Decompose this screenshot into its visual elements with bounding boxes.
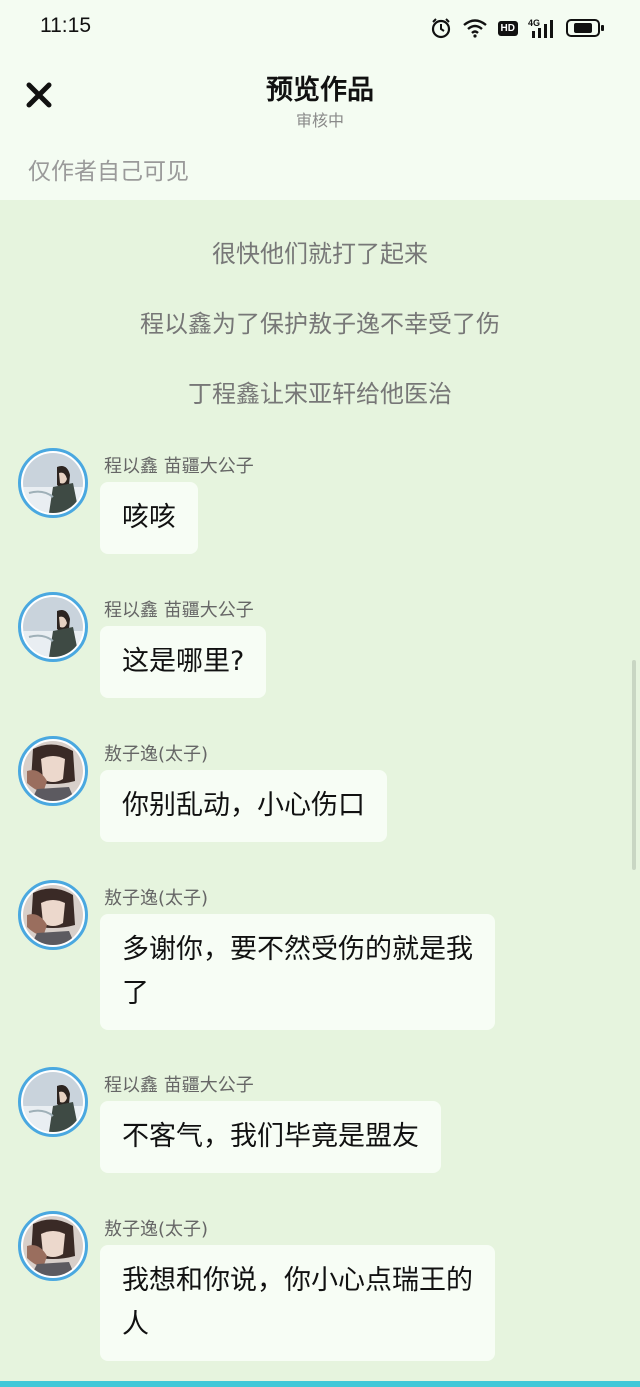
network-label: 4G	[528, 18, 540, 28]
message-bubble: 多谢你，要不然受伤的就是我 了	[100, 914, 495, 1030]
wifi-icon	[462, 18, 488, 38]
page-title: 预览作品	[266, 75, 374, 106]
avatar[interactable]	[18, 880, 88, 950]
bottom-accent-strip	[0, 1381, 640, 1387]
message-bubble: 咳咳	[100, 482, 198, 554]
review-status: 审核中	[295, 111, 344, 130]
avatar[interactable]	[18, 1211, 88, 1281]
narration-line: 丁程鑫让宋亚轩给他医治	[188, 380, 452, 408]
message-bubble: 我想和你说，你小心点瑞王的 人	[100, 1245, 495, 1361]
alarm-icon	[430, 17, 452, 39]
avatar[interactable]	[18, 1067, 88, 1137]
battery-icon	[566, 19, 604, 37]
speaker-name: 敖子逸(太子)	[104, 888, 209, 909]
status-bar: 11:15 HD 4G	[0, 0, 640, 56]
speaker-name: 敖子逸(太子)	[104, 1219, 209, 1240]
scrollbar[interactable]	[632, 660, 636, 870]
hd-icon: HD	[497, 20, 518, 36]
message-bubble: 这是哪里?	[100, 626, 267, 698]
message-bubble: 你别乱动，小心伤口	[100, 770, 387, 842]
narration-line: 很快他们就打了起来	[212, 240, 428, 268]
speaker-name: 敖子逸(太子)	[104, 744, 209, 765]
visibility-note: 仅作者自己可见	[28, 159, 189, 185]
narration-line: 程以鑫为了保护敖子逸不幸受了伤	[140, 310, 500, 338]
avatar[interactable]	[18, 736, 88, 806]
status-time: 11:15	[40, 14, 91, 37]
nav-bar: 预览作品 审核中	[0, 60, 640, 140]
speaker-name: 程以鑫 苗疆大公子	[104, 600, 254, 621]
signal-4g-icon: 4G	[528, 17, 556, 39]
status-icons: HD 4G	[430, 14, 604, 42]
chat-area: 很快他们就打了起来 程以鑫为了保护敖子逸不幸受了伤 丁程鑫让宋亚轩给他医治 程以…	[0, 200, 640, 1387]
message-bubble: 不客气，我们毕竟是盟友	[100, 1101, 441, 1173]
speaker-name: 程以鑫 苗疆大公子	[104, 456, 254, 477]
avatar[interactable]	[18, 448, 88, 518]
avatar[interactable]	[18, 592, 88, 662]
speaker-name: 程以鑫 苗疆大公子	[104, 1075, 254, 1096]
top-panel: 11:15 HD 4G 预览作品 审核中 仅作者自己可见	[0, 0, 640, 200]
